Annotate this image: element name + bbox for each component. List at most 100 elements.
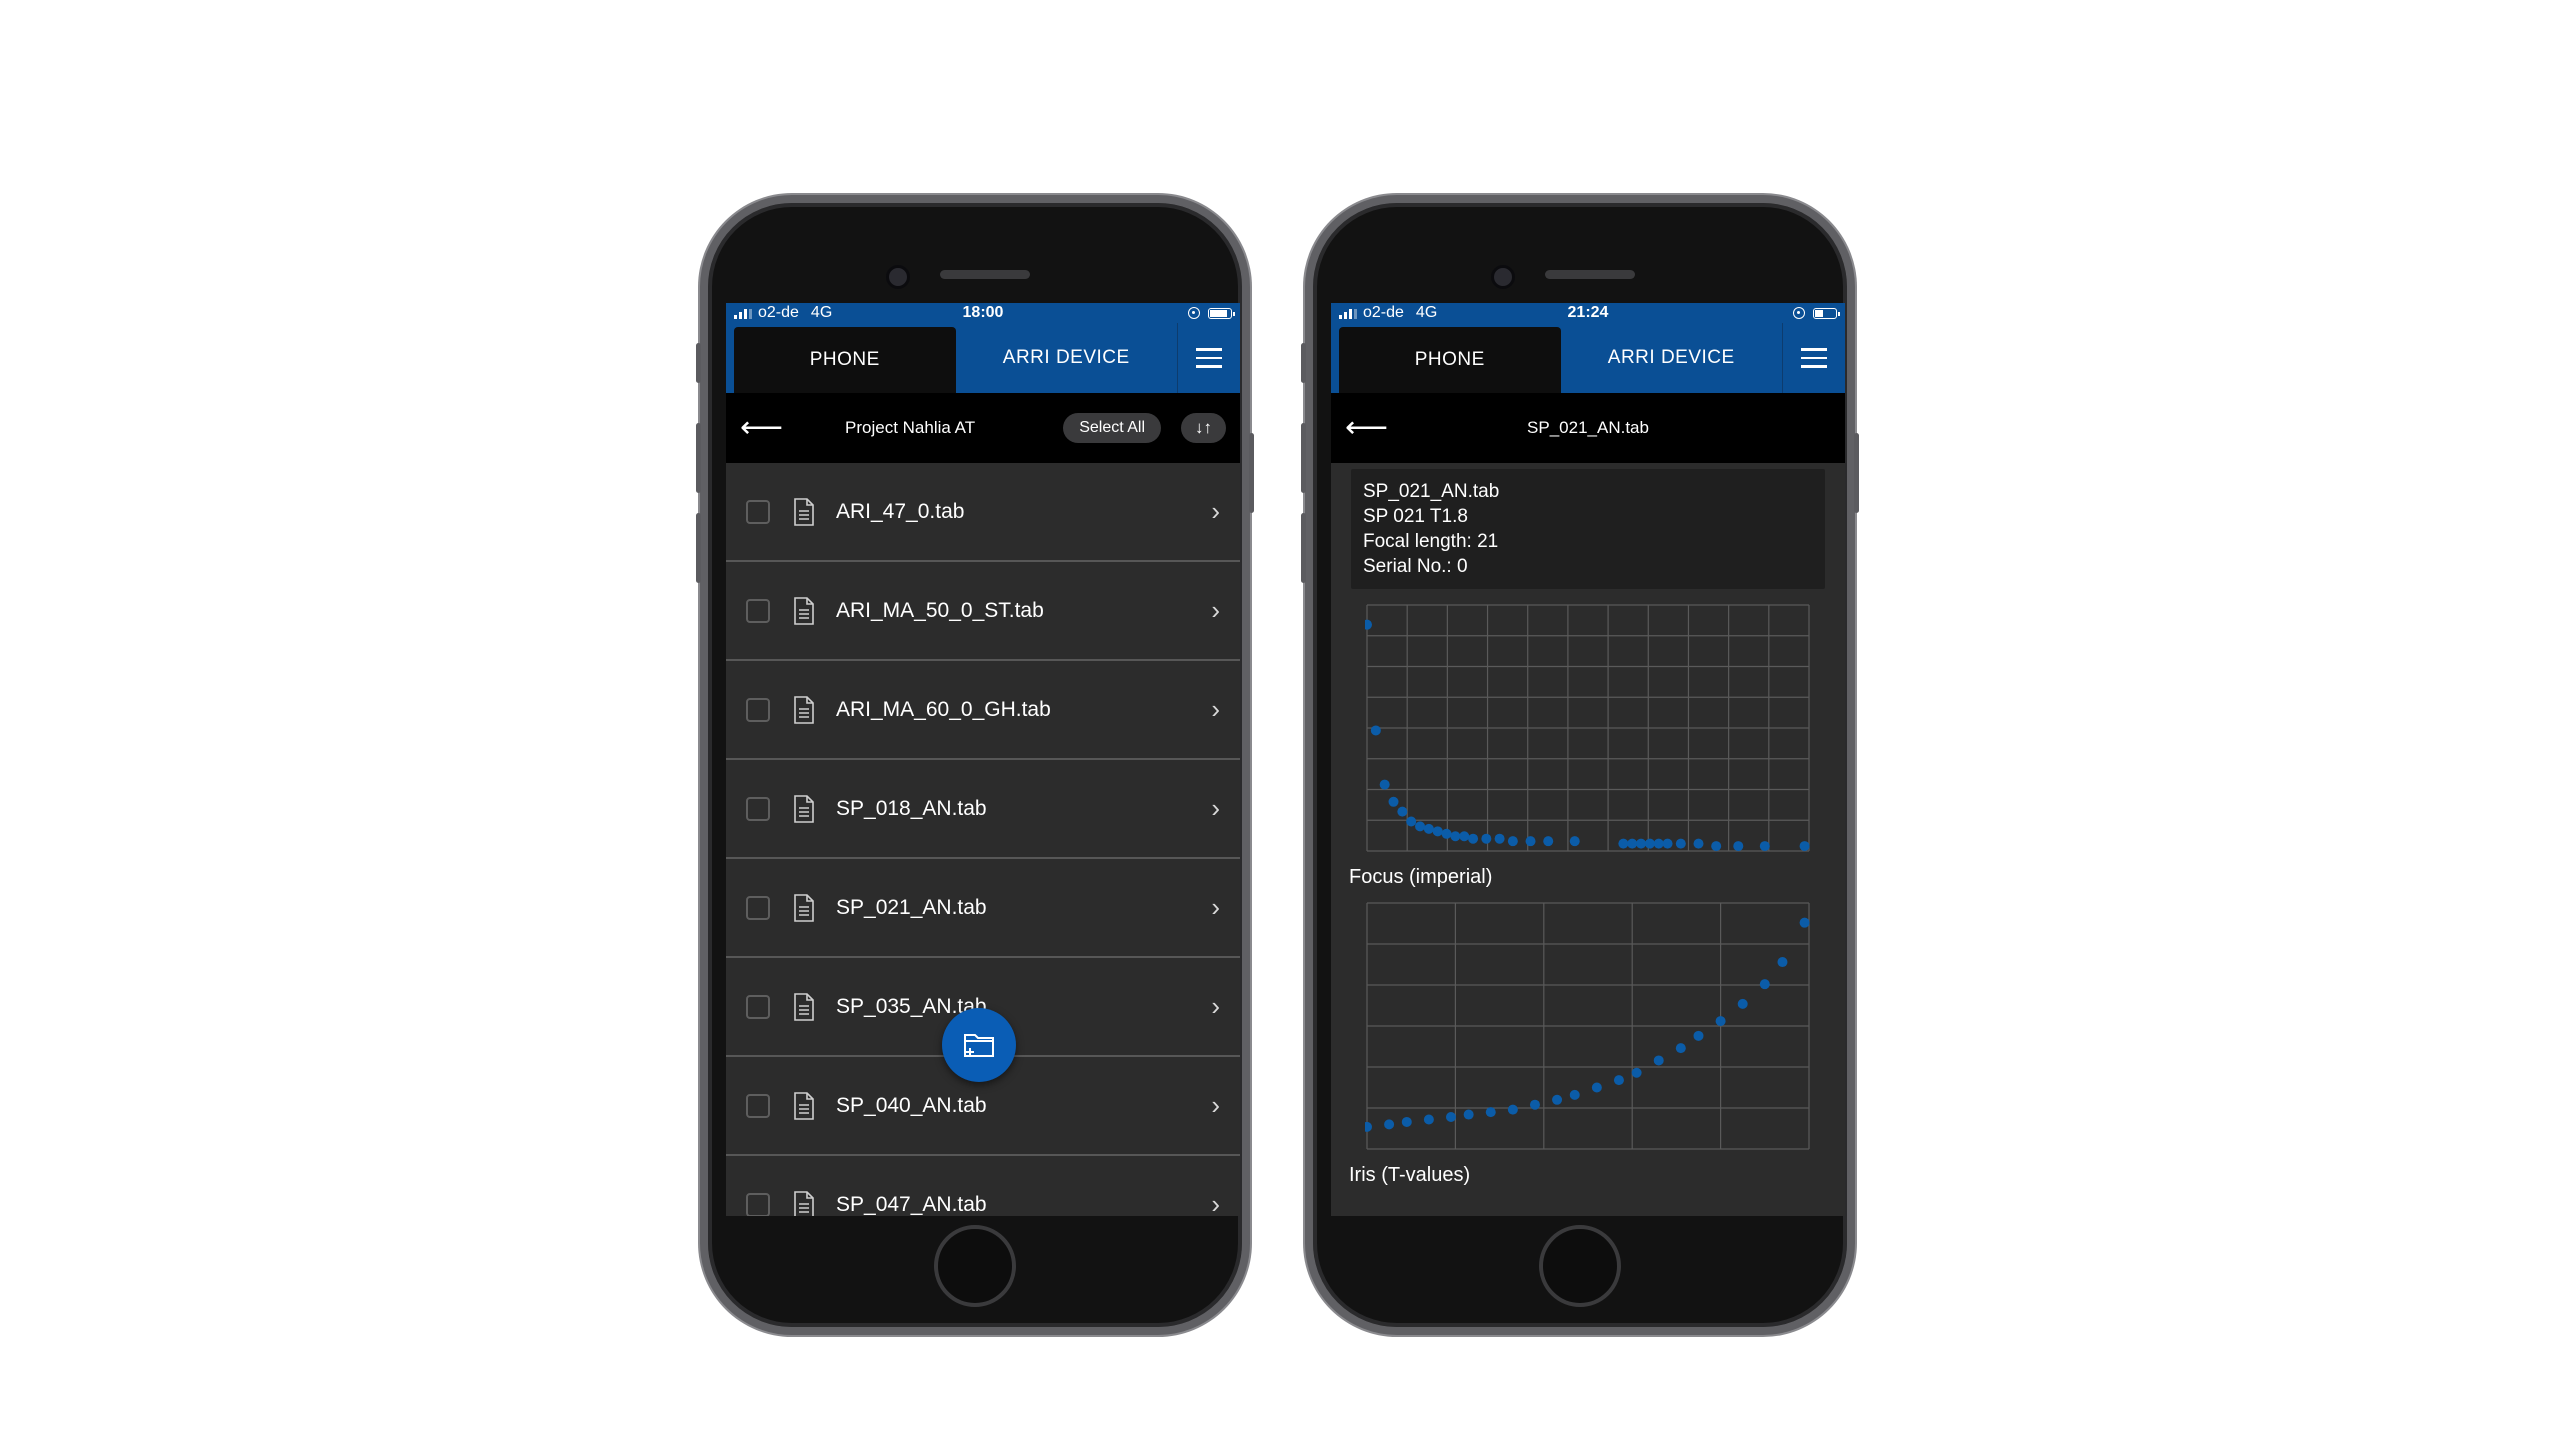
data-point xyxy=(1379,779,1390,790)
tab-phone[interactable]: PHONE xyxy=(734,327,956,393)
earpiece-speaker xyxy=(940,270,1030,279)
data-point xyxy=(1653,838,1664,849)
clock: 21:24 xyxy=(1567,304,1609,321)
document-icon xyxy=(794,794,814,823)
info-lens-name: SP 021 T1.8 xyxy=(1363,506,1468,527)
power-button xyxy=(1249,433,1254,513)
top-tab-bar: PHONE ARRI DEVICE xyxy=(1331,323,1845,393)
phone-frame-left: o2-de 4G 18:00 PHONE ARRI DEVICE ⟵ Proje… xyxy=(696,195,1254,1335)
iris-chart-label: Iris (T-values) xyxy=(1349,1164,1471,1186)
data-point xyxy=(1525,836,1536,847)
iris-chart xyxy=(1362,901,1811,1151)
power-button xyxy=(1854,433,1859,513)
data-point xyxy=(1450,831,1461,842)
volume-down-button xyxy=(1301,513,1306,583)
row-checkbox[interactable] xyxy=(746,1093,770,1118)
data-point xyxy=(1423,1114,1434,1125)
data-point xyxy=(1569,1089,1580,1100)
sort-icon[interactable]: ↓↑ xyxy=(1181,413,1226,443)
row-checkbox[interactable] xyxy=(746,598,770,623)
battery-icon xyxy=(1813,307,1840,319)
data-point xyxy=(1759,841,1770,852)
row-checkbox[interactable] xyxy=(746,499,770,524)
select-all-button[interactable]: Select All xyxy=(1063,413,1161,443)
info-focal-length: Focal length: 21 xyxy=(1363,531,1499,552)
row-checkbox[interactable] xyxy=(746,895,770,920)
data-point xyxy=(1397,806,1408,817)
data-point xyxy=(1507,836,1518,847)
data-point xyxy=(1543,836,1554,847)
data-point xyxy=(1711,841,1722,852)
tab-arri-device[interactable]: ARRI DEVICE xyxy=(1561,323,1783,393)
focus-chart xyxy=(1362,603,1811,853)
tab-arri-device[interactable]: ARRI DEVICE xyxy=(956,323,1178,393)
home-button[interactable] xyxy=(1539,1225,1621,1307)
document-icon xyxy=(794,695,814,724)
volume-up-button xyxy=(696,423,701,493)
data-point xyxy=(1481,833,1492,844)
arrow-left-icon[interactable]: ⟵ xyxy=(740,413,783,443)
data-point xyxy=(1715,1016,1726,1027)
file-name: ARI_MA_60_0_GH.tab xyxy=(836,697,1051,721)
data-point xyxy=(1644,838,1655,849)
data-point xyxy=(1507,1104,1518,1115)
data-point xyxy=(1384,1119,1395,1130)
data-point xyxy=(1618,838,1629,849)
data-point xyxy=(1415,821,1426,832)
data-point xyxy=(1591,1082,1602,1093)
screen-left: o2-de 4G 18:00 PHONE ARRI DEVICE ⟵ Proje… xyxy=(726,303,1240,1216)
data-point xyxy=(1423,823,1434,834)
document-icon xyxy=(794,992,814,1021)
data-point xyxy=(1799,841,1810,852)
top-tab-bar: PHONE ARRI DEVICE xyxy=(726,323,1240,393)
file-list: ARI_47_0.tab › ARI_MA_50_0_ST.tab › ARI_MA_6… xyxy=(726,463,1240,1216)
volume-up-button xyxy=(1301,423,1306,493)
data-point xyxy=(1675,838,1686,849)
tab-phone[interactable]: PHONE xyxy=(1339,327,1561,393)
chevron-right-icon: › xyxy=(1211,1189,1220,1216)
row-checkbox[interactable] xyxy=(746,994,770,1019)
status-bar: o2-de 4G 21:24 xyxy=(1331,303,1845,323)
lens-info-box: SP_021_AN.tab SP 021 T1.8 Focal length: … xyxy=(1351,469,1825,589)
data-point xyxy=(1627,838,1638,849)
row-checkbox[interactable] xyxy=(746,697,770,722)
list-item[interactable]: SP_047_AN.tab › xyxy=(726,1156,1240,1216)
document-icon xyxy=(794,893,814,922)
info-filename: SP_021_AN.tab xyxy=(1363,481,1500,502)
data-point xyxy=(1799,917,1810,928)
data-point xyxy=(1613,1075,1624,1086)
page-title: Project Nahlia AT xyxy=(845,418,976,437)
data-point xyxy=(1733,841,1744,852)
focus-chart-label: Focus (imperial) xyxy=(1349,866,1493,888)
chevron-right-icon: › xyxy=(1211,991,1220,1021)
data-point xyxy=(1759,979,1770,990)
mute-switch xyxy=(1301,343,1306,383)
list-item[interactable]: SP_021_AN.tab › xyxy=(726,859,1240,958)
data-point xyxy=(1441,828,1452,839)
add-folder-icon xyxy=(964,1034,994,1057)
volume-down-button xyxy=(696,513,701,583)
status-bar: o2-de 4G 18:00 xyxy=(726,303,1240,323)
row-checkbox[interactable] xyxy=(746,796,770,821)
data-point xyxy=(1777,957,1788,968)
document-icon xyxy=(794,1091,814,1120)
list-item[interactable]: SP_018_AN.tab › xyxy=(726,760,1240,859)
hamburger-menu-icon[interactable] xyxy=(1782,323,1845,393)
earpiece-speaker xyxy=(1545,270,1635,279)
orientation-lock-icon xyxy=(1188,307,1200,319)
document-icon xyxy=(794,497,814,526)
data-point xyxy=(1445,1112,1456,1123)
list-item[interactable]: ARI_MA_60_0_GH.tab › xyxy=(726,661,1240,760)
add-folder-button[interactable] xyxy=(942,1008,1016,1082)
data-point xyxy=(1463,1109,1474,1120)
home-button[interactable] xyxy=(934,1225,1016,1307)
row-checkbox[interactable] xyxy=(746,1192,770,1216)
list-item[interactable]: ARI_MA_50_0_ST.tab › xyxy=(726,562,1240,661)
nav-bar: ⟵ SP_021_AN.tab xyxy=(1331,393,1845,463)
list-item[interactable]: ARI_47_0.tab › xyxy=(726,463,1240,562)
data-point xyxy=(1406,816,1417,827)
data-point xyxy=(1569,836,1580,847)
data-point xyxy=(1552,1094,1563,1105)
data-point xyxy=(1693,1030,1704,1041)
hamburger-menu-icon[interactable] xyxy=(1177,323,1240,393)
